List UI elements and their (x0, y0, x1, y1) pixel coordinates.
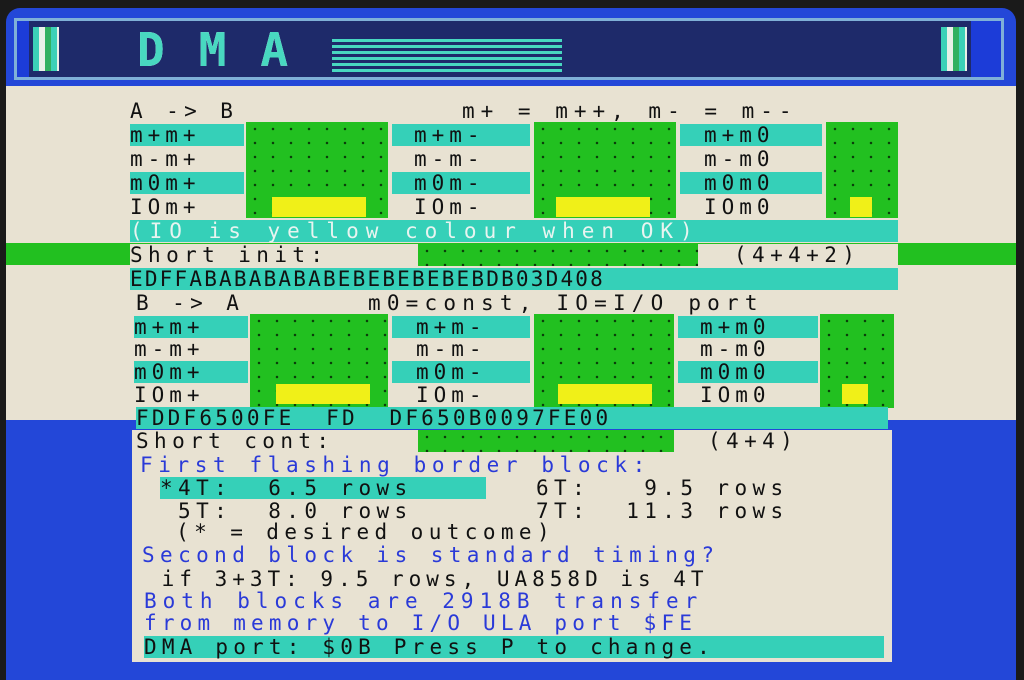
ab-header-right: m+ = m++, m- = m-- (462, 99, 798, 123)
ab-hex-dump: EDFFABABABABABEBEBEBEBEBDB03D408 (130, 268, 898, 290)
info-line-6: if 3+3T: 9.5 rows, UA858D is 4T (144, 567, 709, 591)
short-cont-grid (418, 430, 674, 452)
ba-row2-c3: m-m0 (678, 338, 818, 360)
ba-header-right: m0=const, IO=I/O port (368, 291, 764, 315)
info-line-2a: *4T: 6.5 rows (160, 477, 486, 499)
ab-row4-c1: IOm+ (130, 196, 244, 218)
short-cont-label: Short cont: (136, 429, 335, 453)
info-line-9: DMA port: $0B Press P to change. (144, 636, 884, 658)
ba-row1-c2: m+m- (392, 316, 530, 338)
ab-row1-c2: m+m- (392, 124, 530, 146)
ab-row2-c3: m-m0 (680, 148, 822, 170)
ba-row1-c1: m+m+ (134, 316, 248, 338)
info-line-3a: 5T: 8.0 rows (160, 499, 413, 523)
title-bar-edge-right (971, 21, 1001, 77)
info-line-7: Both blocks are 2918B transfer (144, 589, 704, 613)
info-line-2b: 6T: 9.5 rows (536, 476, 789, 500)
title-stripe-right (941, 27, 967, 71)
ba-row3-c1: m0m+ (134, 361, 248, 383)
ba-io-ok-marker-2 (558, 384, 652, 404)
ba-header-left: B -> A (136, 291, 245, 315)
info-line-1: First flashing border block: (140, 453, 651, 477)
title-stripe-left (33, 27, 59, 71)
ba-row4-c2: IOm- (392, 384, 530, 406)
ba-row4-c1: IOm+ (134, 384, 248, 406)
ab-row1-c3: m+m0 (680, 124, 822, 146)
ab-row3-c2: m0m- (392, 172, 530, 194)
ab-row2-c1: m-m+ (130, 148, 244, 170)
ab-row2-c2: m-m- (392, 148, 530, 170)
info-line-5: Second block is standard timing? (142, 543, 720, 567)
title-bar: DMA (14, 18, 1004, 80)
ab-row4-c2: IOm- (392, 196, 530, 218)
short-init-value: (4+4+2) (734, 243, 861, 267)
ab-row1-c1: m+m+ (130, 124, 244, 146)
ab-io-ok-marker-3 (850, 197, 872, 217)
dma-logo: DMA (137, 27, 563, 73)
ba-row2-c2: m-m- (392, 338, 530, 360)
short-cont-value: (4+4) (708, 429, 799, 453)
logo-bars (332, 35, 563, 72)
ba-hex-dump: FDDF6500FE FD DF650B0097FE00 (136, 407, 888, 429)
ab-io-ok-marker-2 (556, 197, 650, 217)
info-line-3b: 7T: 11.3 rows (536, 499, 789, 523)
ba-row3-c3: m0m0 (678, 361, 818, 383)
info-line-8: from memory to I/O ULA port $FE (144, 611, 698, 635)
ba-row2-c1: m-m+ (134, 338, 248, 360)
ba-row1-c3: m+m0 (678, 316, 818, 338)
ab-header-left: A -> B (130, 99, 239, 123)
title-bar-edge-left (17, 21, 29, 77)
ab-io-ok-marker-1 (272, 197, 366, 217)
short-init-grid (418, 244, 698, 266)
ab-row3-c3: m0m0 (680, 172, 822, 194)
ba-io-ok-marker-1 (276, 384, 370, 404)
io-note: (IO is yellow colour when OK) (130, 220, 898, 242)
ab-row3-c1: m0m+ (130, 172, 244, 194)
ba-io-ok-marker-3 (842, 384, 868, 404)
ba-row4-c3: IOm0 (678, 384, 818, 406)
info-line-4: (* = desired outcome) (140, 520, 555, 544)
ba-row3-c2: m0m- (392, 361, 530, 383)
tv-screen: DMA A -> B m+ = m++, m- = m-- m+m+ m+m- … (0, 0, 1024, 680)
ab-row4-c3: IOm0 (680, 196, 822, 218)
short-init-label: Short init: (130, 243, 329, 267)
